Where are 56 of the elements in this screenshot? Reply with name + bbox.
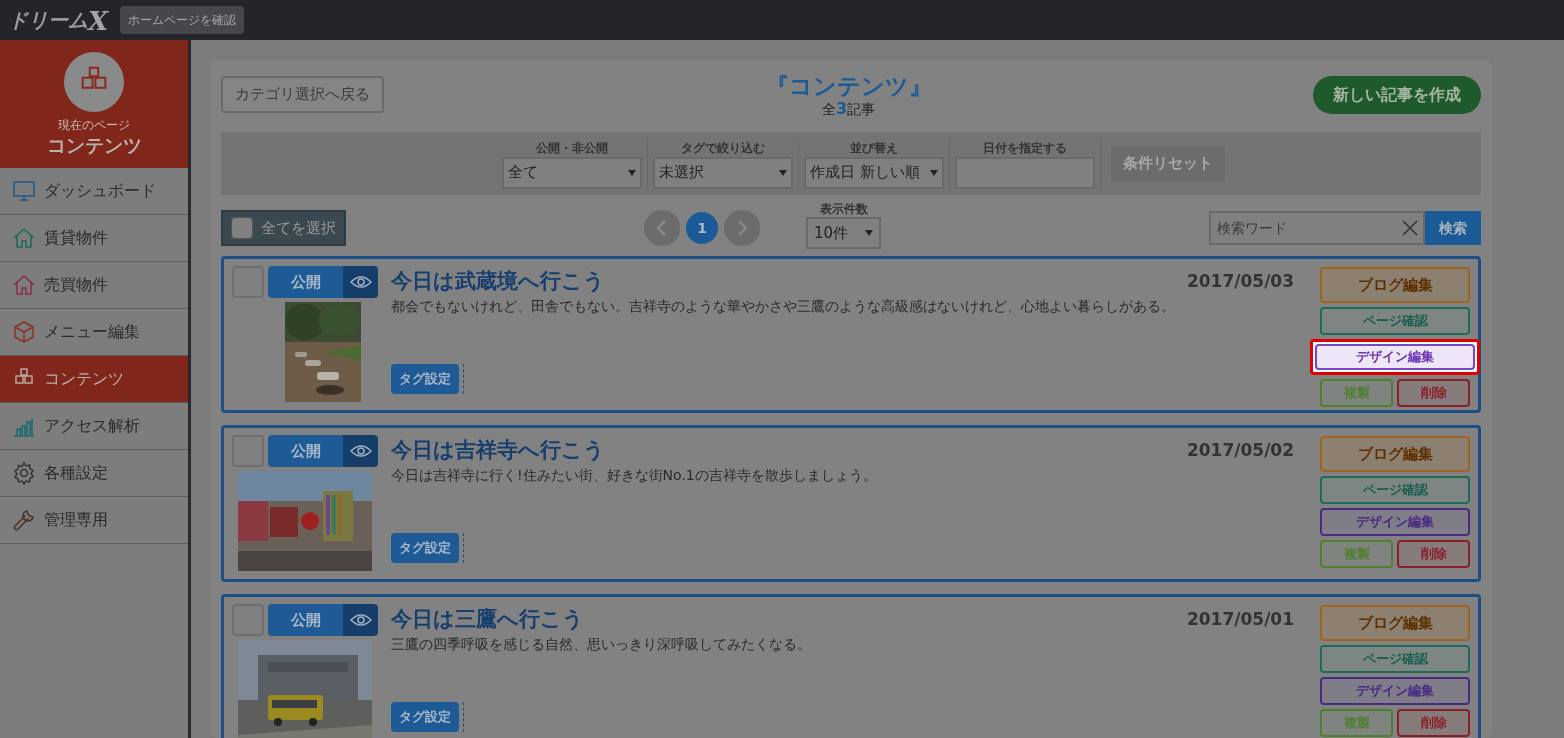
logo-mark: X — [88, 7, 109, 35]
design-button[interactable]: デザイン編集 — [1320, 508, 1470, 536]
sidebar-item[interactable]: アクセス解析 — [0, 403, 188, 450]
sidebar-item[interactable]: 各種設定 — [0, 450, 188, 497]
filter-select[interactable]: 全て — [502, 156, 642, 189]
delete-button[interactable]: 削除 — [1397, 540, 1470, 568]
current-page-label: 現在のページ — [58, 117, 130, 134]
per-page-select[interactable]: 10件 — [806, 217, 881, 249]
page-number[interactable]: 1 — [686, 212, 718, 244]
status-badge: 公開 — [268, 435, 343, 467]
article-excerpt: 三鷹の四季呼吸を感じる自然、思いっきり深呼吸してみたくなる。 — [391, 635, 812, 654]
page-button[interactable]: ページ確認 — [1320, 476, 1470, 504]
article-excerpt: 今日は吉祥寺に行く!住みたい街、好きな街No.1の吉祥寺を散歩しましょう。 — [391, 466, 878, 485]
article-date: 2017/05/02 — [1186, 439, 1295, 462]
search-field[interactable]: 検索ワード — [1209, 211, 1425, 245]
status-badge: 公開 — [268, 266, 343, 298]
page-button[interactable]: ページ確認 — [1320, 645, 1470, 673]
sidebar-item[interactable]: 賃貸物件 — [0, 215, 188, 262]
filter-select[interactable]: 未選択 — [653, 156, 793, 189]
page-button[interactable]: ページ確認 — [1320, 307, 1470, 335]
search-button[interactable]: 検索 — [1425, 211, 1481, 245]
design-button[interactable]: デザイン編集 — [1320, 677, 1470, 705]
new-article-button[interactable]: 新しい記事を作成 — [1313, 76, 1481, 114]
tag-settings-button[interactable]: タグ設定 — [391, 533, 459, 563]
view-site-button[interactable]: ホームページを確認 — [120, 6, 245, 34]
delete-button[interactable]: 削除 — [1397, 709, 1470, 737]
page-title: 『コンテンツ』 — [765, 72, 932, 100]
filter-label: タグで絞り込む — [681, 139, 765, 157]
article-title[interactable]: 今日は三鷹へ行こう — [391, 604, 584, 634]
sidebar-item[interactable]: コンテンツ — [0, 356, 188, 403]
blog-button[interactable]: ブログ編集 — [1320, 436, 1470, 472]
article-excerpt: 都会でもないけれど、田舎でもない。吉祥寺のような華やかさや三鷹のような高級感はないけれど、心地よい暮らしがある。 — [391, 297, 1176, 316]
tag-settings-button[interactable]: タグ設定 — [391, 702, 459, 732]
current-page-title: コンテンツ — [46, 134, 142, 156]
blog-button[interactable]: ブログ編集 — [1320, 267, 1470, 303]
sidebar-item[interactable]: 売買物件 — [0, 262, 188, 309]
article-date: 2017/05/03 — [1186, 270, 1295, 293]
per-page-label: 表示件数 — [819, 201, 868, 217]
sidebar-item[interactable]: 管理専用 — [0, 497, 188, 544]
filter-select[interactable]: 作成日 新しい順 — [804, 156, 944, 189]
article-count: 全3記事 — [821, 100, 876, 118]
delete-button[interactable]: 削除 — [1397, 379, 1470, 407]
select-all-button[interactable]: 全てを選択 — [221, 210, 346, 246]
article-title[interactable]: 今日は武蔵境へ行こう — [391, 266, 605, 296]
filter-label: 日付を指定する — [983, 139, 1067, 157]
design-edit-button[interactable]: デザイン編集 — [1315, 344, 1475, 370]
logo-text: ドリーム — [8, 7, 88, 34]
status-badge: 公開 — [268, 604, 343, 636]
blog-button[interactable]: ブログ編集 — [1320, 605, 1470, 641]
sidebar-item[interactable]: ダッシュボード — [0, 168, 188, 215]
tag-settings-button[interactable]: タグ設定 — [391, 364, 459, 394]
article-title[interactable]: 今日は吉祥寺へ行こう — [391, 435, 605, 465]
article-date: 2017/05/01 — [1186, 608, 1295, 631]
filter-label: 並び替え — [850, 139, 898, 157]
back-button[interactable]: カテゴリ選択へ戻る — [221, 76, 384, 113]
filter-label: 公開・非公開 — [536, 139, 608, 157]
